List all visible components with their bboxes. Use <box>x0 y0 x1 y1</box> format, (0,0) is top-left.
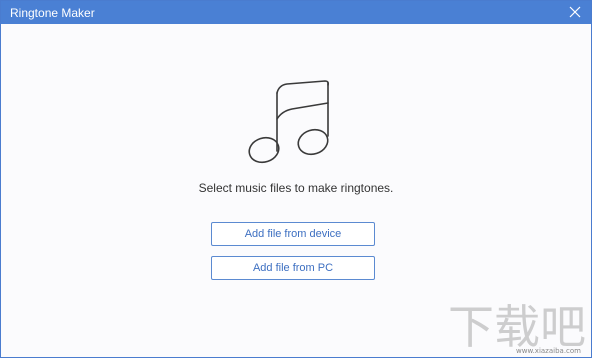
watermark-text: 下载吧 <box>448 300 586 354</box>
close-button[interactable] <box>567 4 583 20</box>
window-title: Ringtone Maker <box>10 6 95 20</box>
watermark-url: www.xiazaiba.com <box>516 347 581 355</box>
title-bar: Ringtone Maker <box>1 1 591 24</box>
music-note-icon <box>248 80 329 164</box>
close-icon <box>569 6 581 18</box>
add-file-from-device-button[interactable]: Add file from device <box>211 222 375 246</box>
main-content: Select music files to make ringtones. Ad… <box>1 24 591 357</box>
add-file-from-pc-button[interactable]: Add file from PC <box>211 256 375 280</box>
watermark-logo: 下载吧 <box>448 300 586 354</box>
instruction-text: Select music files to make ringtones. <box>198 181 394 195</box>
ringtone-maker-window: Ringtone Maker Select music files to mak… <box>0 0 592 358</box>
